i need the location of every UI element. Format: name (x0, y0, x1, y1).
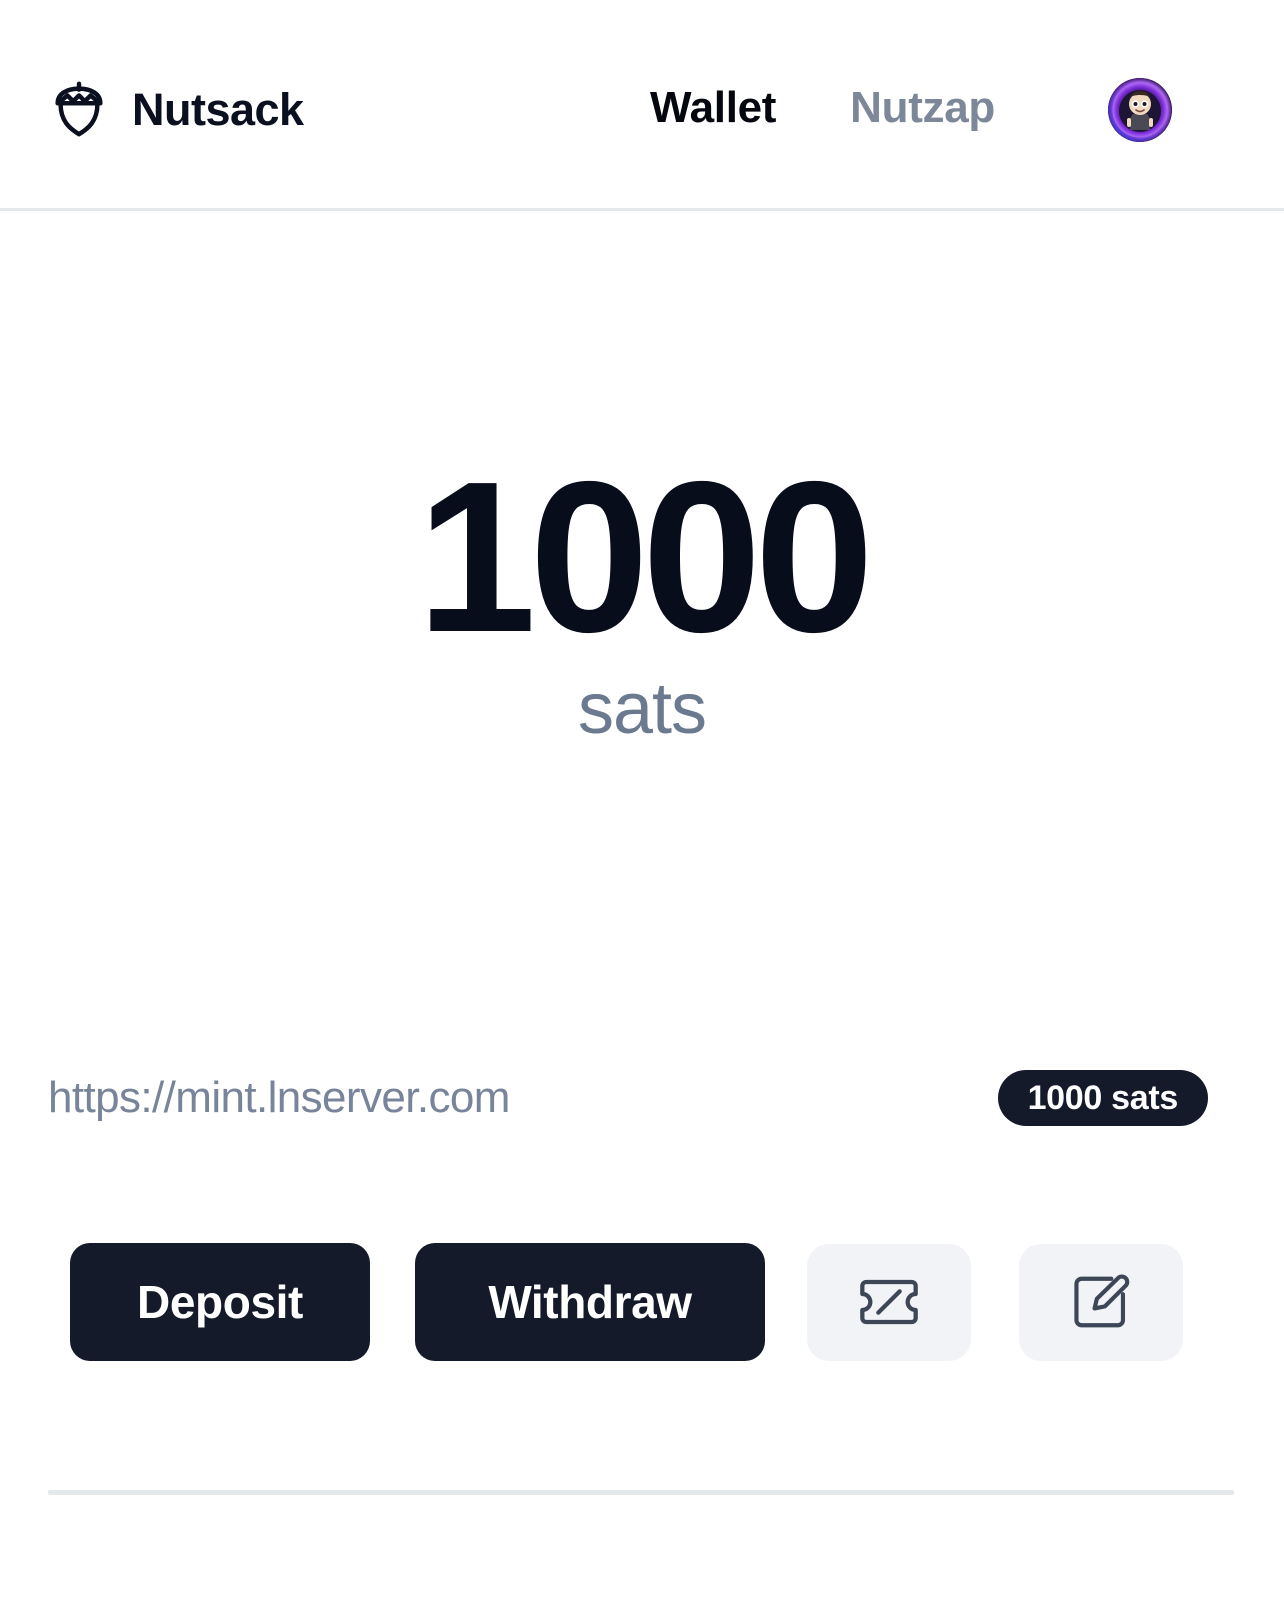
withdraw-button[interactable]: Withdraw (415, 1243, 765, 1361)
balance-amount: 1000 (416, 436, 874, 677)
edit-button[interactable] (1019, 1243, 1183, 1361)
brand[interactable]: Nutsack (48, 78, 304, 140)
wallet-app-screen: Nutsack Wallet Nutzap 1000 sats https://… (0, 0, 1284, 1605)
avatar[interactable] (1108, 78, 1172, 142)
acorn-icon (48, 78, 110, 140)
ticket-icon (857, 1275, 921, 1329)
deposit-button[interactable]: Deposit (70, 1243, 370, 1361)
token-button[interactable] (807, 1243, 971, 1361)
balance-block: 1000 sats (0, 436, 1284, 750)
mint-row: https://mint.lnserver.com 1000 sats (48, 1068, 1208, 1128)
mint-balance-badge: 1000 sats (997, 1070, 1208, 1126)
tab-nutzap[interactable]: Nutzap (850, 83, 995, 132)
wallet-actions: Deposit Withdraw (70, 1243, 1183, 1361)
brand-name: Nutsack (132, 83, 304, 135)
edit-square-icon (1070, 1271, 1132, 1333)
tab-wallet[interactable]: Wallet (650, 83, 776, 132)
mint-url[interactable]: https://mint.lnserver.com (48, 1076, 510, 1120)
app-header: Nutsack Wallet Nutzap (0, 0, 1284, 211)
main-nav: Wallet Nutzap (650, 83, 995, 132)
balance-unit: sats (577, 669, 707, 750)
section-divider (48, 1490, 1234, 1495)
